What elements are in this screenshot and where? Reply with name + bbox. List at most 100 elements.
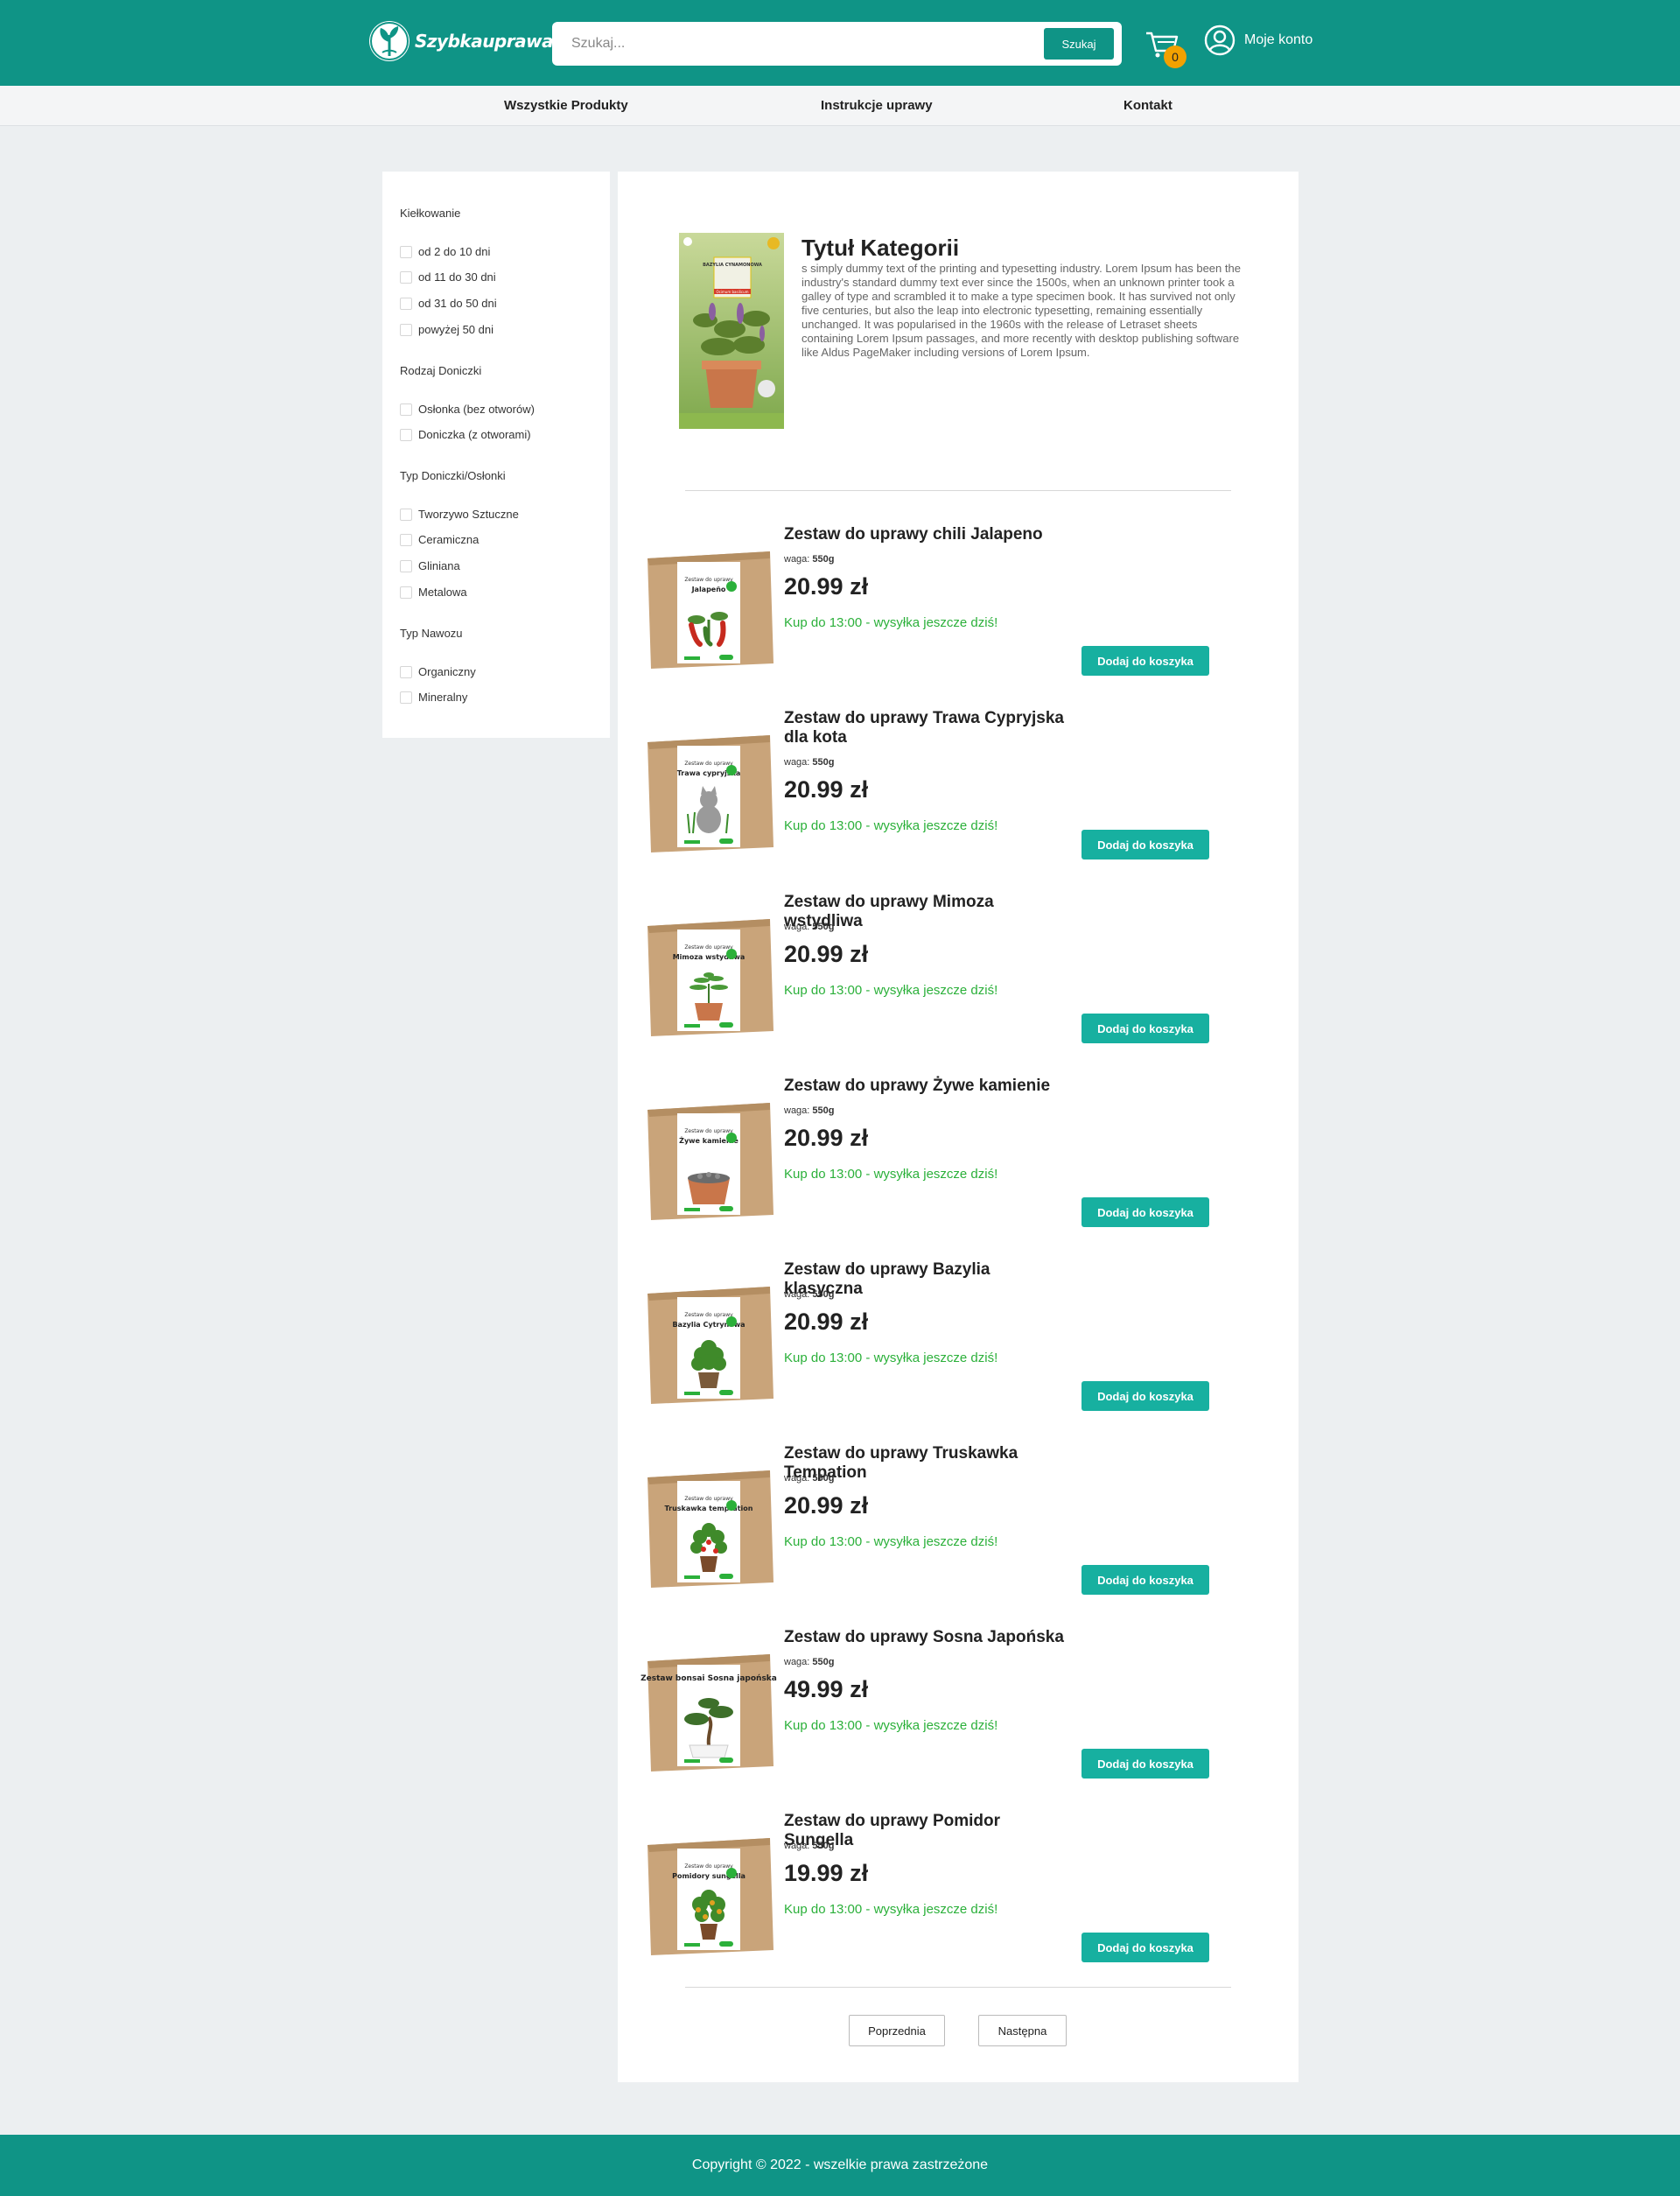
checkbox[interactable] [400,559,412,572]
product-image[interactable]: Zestaw do uprawy Truskawka temptation [639,1451,779,1591]
product-image[interactable]: Zestaw do uprawy Trawa cypryjska [639,716,779,856]
product-weight: waga: 550g [784,1473,835,1484]
weight-value: 550g [812,1473,835,1484]
filter-option-label: od 11 do 30 dni [418,270,496,284]
filter-option-label: Gliniana [418,559,460,572]
logo-text: Szybkauprawa [415,31,554,52]
product-title[interactable]: Zestaw do uprawy Trawa Cypryjska dla kot… [784,709,1073,747]
add-to-cart-button[interactable]: Dodaj do koszyka [1082,1014,1209,1043]
add-to-cart-button[interactable]: Dodaj do koszyka [1082,646,1209,676]
shipping-note: Kup do 13:00 - wysyłka jeszcze dziś! [784,1902,998,1917]
add-to-cart-button[interactable]: Dodaj do koszyka [1082,1565,1209,1595]
checkbox[interactable] [400,533,412,546]
filter-option[interactable]: Mineralny [400,691,467,704]
product-title[interactable]: Zestaw do uprawy chili Jalapeno [784,525,1073,544]
checkbox[interactable] [400,270,412,284]
nav-growing-instructions[interactable]: Instrukcje uprawy [821,98,933,113]
shipping-note: Kup do 13:00 - wysyłka jeszcze dziś! [784,1718,998,1733]
weight-label: waga: [784,1657,810,1667]
checkbox[interactable] [400,508,412,521]
product-image[interactable]: Zestaw do uprawy Jalapeño [639,532,779,672]
checkbox[interactable] [400,691,412,704]
weight-label: waga: [784,1473,810,1484]
divider [685,1987,1231,1988]
product-title[interactable]: Zestaw do uprawy Żywe kamienie [784,1077,1073,1096]
filter-option-label: Tworzywo Sztuczne [418,508,519,521]
filter-title-germination: Kiełkowanie [400,207,461,220]
filter-option[interactable]: Metalowa [400,586,467,599]
shipping-note: Kup do 13:00 - wysyłka jeszcze dziś! [784,1167,998,1182]
next-page-button[interactable]: Następna [978,2015,1067,2046]
account-label: Moje konto [1244,32,1313,47]
product-image[interactable]: Zestaw do uprawy Żywe kamienie [639,1084,779,1224]
filter-option[interactable]: Tworzywo Sztuczne [400,508,519,521]
filter-option-label: Doniczka (z otworami) [418,428,531,441]
filter-title-fertilizer: Typ Nawozu [400,627,463,640]
product-price: 20.99 zł [784,1125,869,1151]
box-header-text: Zestaw do uprawy [684,1496,733,1502]
product-card: Zestaw bonsai Sosna japońska Zestaw do u… [618,1628,1298,1803]
divider [685,490,1231,491]
product-card: Zestaw do uprawy Mimoza wstydliwa Zestaw… [618,893,1298,1068]
weight-label: waga: [784,757,810,768]
search-button[interactable]: Szukaj [1044,28,1114,60]
box-header-text: Zestaw do uprawy [684,1128,733,1134]
box-header-text: Zestaw do uprawy [684,761,733,767]
product-image[interactable]: Zestaw do uprawy Bazylia Cytrynowa [639,1267,779,1407]
checkbox[interactable] [400,297,412,310]
filter-option[interactable]: Doniczka (z otworami) [400,428,531,441]
previous-page-button[interactable]: Poprzednia [849,2015,945,2046]
category-description: s simply dummy text of the printing and … [802,262,1241,359]
nav-all-products[interactable]: Wszystkie Produkty [504,98,628,113]
logo[interactable]: Szybkauprawa [369,21,554,61]
weight-value: 550g [812,554,835,565]
box-title-text: Truskawka temptation [665,1505,753,1512]
category-image-label-bottom: Ocimum basilicum [716,290,748,294]
filter-option[interactable]: Gliniana [400,559,460,572]
product-card: Zestaw do uprawy Pomidory sungella Zesta… [618,1812,1298,1987]
weight-label: waga: [784,554,810,565]
product-weight: waga: 550g [784,554,835,565]
filter-option[interactable]: powyżej 50 dni [400,323,494,336]
shipping-note: Kup do 13:00 - wysyłka jeszcze dziś! [784,615,998,630]
checkbox[interactable] [400,665,412,678]
weight-label: waga: [784,1289,810,1300]
checkbox[interactable] [400,323,412,336]
product-image[interactable]: Zestaw do uprawy Mimoza wstydliwa [639,900,779,1040]
product-weight: waga: 550g [784,757,835,768]
filter-option[interactable]: od 2 do 10 dni [400,245,490,258]
search-input[interactable] [552,22,1044,66]
checkbox[interactable] [400,403,412,416]
add-to-cart-button[interactable]: Dodaj do koszyka [1082,830,1209,859]
filter-title-pot-kind: Rodzaj Doniczki [400,364,482,377]
product-image[interactable]: Zestaw bonsai Sosna japońska [639,1635,779,1775]
weight-value: 550g [812,1657,835,1667]
filter-option[interactable]: od 11 do 30 dni [400,270,496,284]
product-weight: waga: 550g [784,1657,835,1667]
weight-label: waga: [784,922,810,932]
filter-option[interactable]: od 31 do 50 dni [400,297,497,310]
account-link[interactable]: Moje konto [1204,25,1312,56]
checkbox[interactable] [400,428,412,441]
nav-contact[interactable]: Kontakt [1124,98,1172,113]
filter-option[interactable]: Ceramiczna [400,533,479,546]
product-image[interactable]: Zestaw do uprawy Pomidory sungella [639,1819,779,1959]
box-header-text: Zestaw do uprawy [684,1312,733,1318]
product-weight: waga: 550g [784,922,835,932]
filter-option-label: Ceramiczna [418,533,480,546]
add-to-cart-button[interactable]: Dodaj do koszyka [1082,1197,1209,1227]
product-title[interactable]: Zestaw do uprawy Sosna Japońska [784,1628,1073,1647]
filter-option[interactable]: Organiczny [400,665,476,678]
filters-sidebar: Kiełkowanie od 2 do 10 dni od 11 do 30 d… [382,172,610,738]
add-to-cart-button[interactable]: Dodaj do koszyka [1082,1381,1209,1411]
product-card: Zestaw do uprawy Żywe kamienie Zestaw do… [618,1077,1298,1252]
filter-option-label: Osłonka (bez otworów) [418,403,535,416]
weight-value: 550g [812,1841,835,1851]
add-to-cart-button[interactable]: Dodaj do koszyka [1082,1933,1209,1962]
checkbox[interactable] [400,245,412,258]
filter-option[interactable]: Osłonka (bez otworów) [400,403,535,416]
checkbox[interactable] [400,586,412,599]
weight-value: 550g [812,1289,835,1300]
add-to-cart-button[interactable]: Dodaj do koszyka [1082,1749,1209,1779]
main-nav: Wszystkie Produkty Instrukcje uprawy Kon… [0,86,1680,126]
